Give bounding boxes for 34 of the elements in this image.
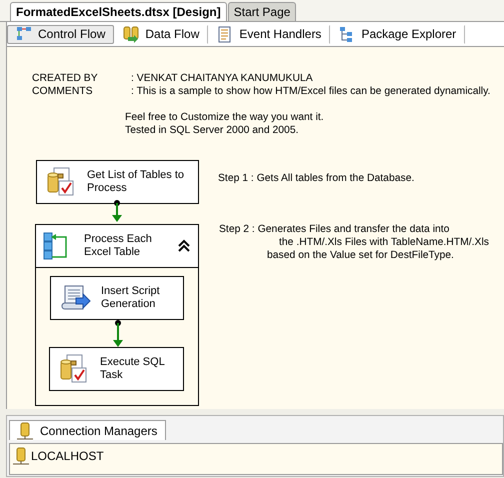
container-header[interactable]: Process Each Excel Table xyxy=(36,225,198,268)
document-tab[interactable]: FormatedExcelSheets.dtsx [Design] xyxy=(10,2,227,21)
designer-tab[interactable]: Data Flow xyxy=(114,24,208,44)
designer-tab[interactable]: Package Explorer xyxy=(330,24,466,44)
task-box[interactable]: Execute SQL Task xyxy=(49,347,184,391)
cylinder-icon xyxy=(16,422,34,440)
field-value: : VENKAT CHAITANYA KANUMUKULA xyxy=(131,72,313,85)
connection-item[interactable]: LOCALHOST xyxy=(12,446,104,464)
field-label: COMMENTS xyxy=(32,85,93,98)
designer-tab[interactable]: Control Flow xyxy=(7,24,114,44)
field-label: CREATED BY xyxy=(32,72,98,85)
step-annotation: Step 2 : Generates Files and transfer the data into xyxy=(219,223,450,236)
document-list-icon xyxy=(217,26,234,42)
note-text: Feel free to Customize the way you want it. xyxy=(125,111,324,124)
task-box[interactable]: Get List of Tables to Process xyxy=(36,160,199,204)
connection-managers-tab[interactable]: Connection Managers xyxy=(9,420,166,440)
cylinders-arrow-icon xyxy=(123,26,140,42)
precedence-arrow xyxy=(112,320,124,347)
field-value: : This is a sample to show how HTM/Excel files can be generated dynamically. xyxy=(131,85,490,98)
cylinder-icon xyxy=(12,446,30,464)
step-annotation: based on the Value set for DestFileType. xyxy=(267,249,454,262)
designer-tab[interactable]: Event Handlers xyxy=(208,24,330,44)
precedence-arrow xyxy=(111,200,123,222)
task-box[interactable]: Insert Script Generation xyxy=(50,276,184,320)
task-label: Get List of Tables to Process xyxy=(87,169,186,195)
collapse-icon[interactable] xyxy=(178,239,190,253)
flow-diagram-icon xyxy=(16,26,32,42)
container-title: Process Each Excel Table xyxy=(84,233,153,259)
task-label: Execute SQL Task xyxy=(100,356,166,382)
step-annotation: Step 1 : Gets All tables from the Database. xyxy=(218,172,414,185)
step-annotation: the .HTM/.Xls Files with TableName.HTM/.Xls xyxy=(279,236,489,249)
note-text: Tested in SQL Server 2000 and 2005. xyxy=(125,124,298,137)
document-tab[interactable]: Start Page xyxy=(228,2,296,21)
task-label: Insert Script Generation xyxy=(101,285,161,311)
